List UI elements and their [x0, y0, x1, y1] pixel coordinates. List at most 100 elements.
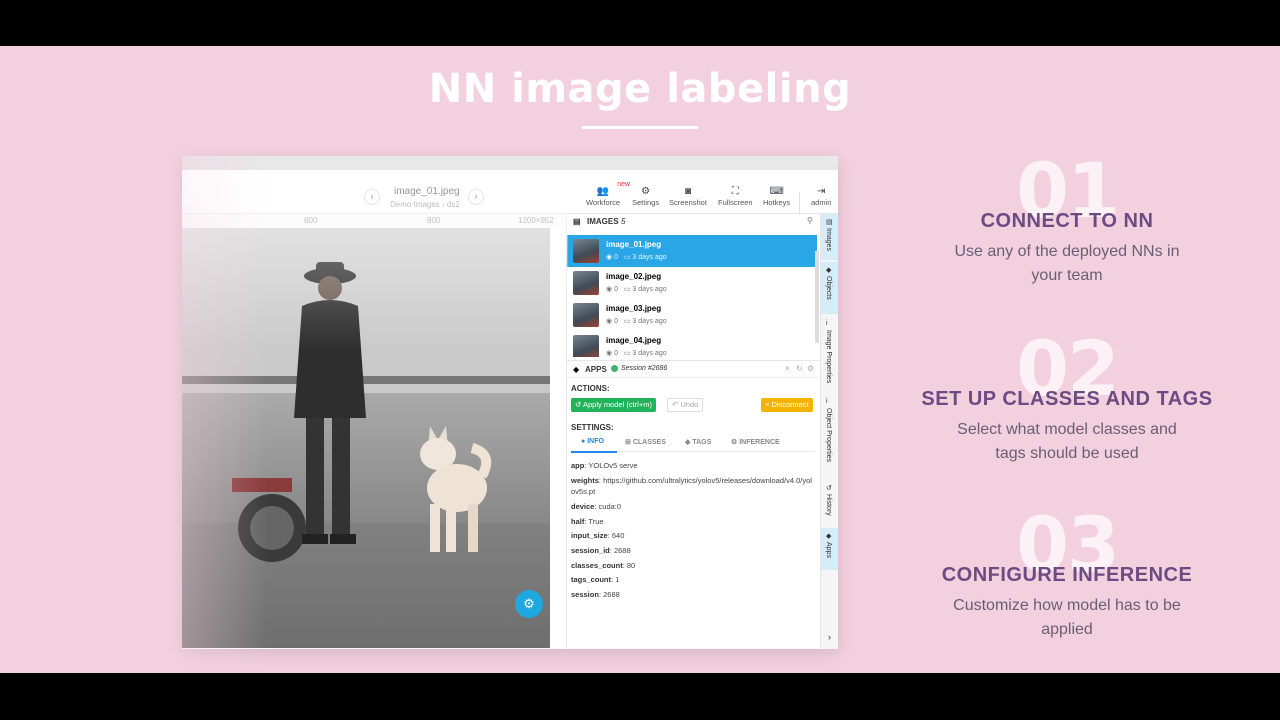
info-value: YOLOv5 serve: [588, 461, 638, 470]
calendar-icon: ▭: [623, 254, 631, 261]
info-value: True: [588, 517, 604, 526]
image-list-item[interactable]: image_01.jpeg ◉ 0 ▭ 3 days ago: [567, 235, 817, 267]
info-value[interactable]: https://github.com/ultralytics/yolov5/re…: [571, 476, 812, 496]
info-key: device: [571, 502, 595, 511]
apps-label: APPS: [585, 365, 607, 374]
objects-count: 0: [614, 286, 618, 293]
info-value: 80: [626, 561, 636, 570]
new-badge: new: [617, 181, 631, 188]
objects-count: 0: [614, 350, 618, 357]
image-size-label: 1200×952: [518, 216, 554, 225]
image-thumbnail: [573, 303, 599, 327]
step-title: CONNECT TO NN: [980, 210, 1154, 232]
collapse-panel-button[interactable]: ›: [821, 628, 838, 646]
side-tab-objects[interactable]: ◆ Objects: [821, 262, 838, 314]
disconnect-button[interactable]: × Disconnect: [761, 398, 813, 412]
classes-icon: ⊞: [625, 439, 631, 446]
next-image-button[interactable]: ›: [468, 189, 484, 205]
close-icon[interactable]: ×: [785, 364, 790, 373]
info-row: session: 2688: [571, 590, 620, 599]
adjustments-button[interactable]: ⚙: [515, 590, 543, 618]
image-thumbnail: [573, 335, 599, 357]
admin-logout-button[interactable]: ⇥ admin: [811, 186, 831, 207]
image-meta: ◉ 0 ▭ 3 days ago: [606, 253, 667, 261]
close-icon: ×: [765, 400, 770, 409]
images-count: 5: [621, 217, 626, 226]
images-section-header: ▤ IMAGES 5 ⚲: [567, 214, 821, 230]
active-tab-indicator: [571, 451, 617, 453]
image-canvas[interactable]: [182, 228, 550, 648]
undo-icon: ↶: [672, 400, 679, 409]
actions-label: ACTIONS:: [571, 384, 610, 393]
tab-tags[interactable]: ◆ TAGS: [685, 438, 711, 446]
side-tab-image-properties[interactable]: i Image Properties: [821, 316, 838, 392]
side-tab-images[interactable]: ▤ Images: [821, 214, 838, 260]
image-meta: ◉ 0 ▭ 3 days ago: [606, 349, 667, 357]
info-key: session_id: [571, 546, 610, 555]
hotkeys-button[interactable]: ⌨ Hotkeys: [763, 186, 790, 207]
history-icon: ↺: [826, 485, 832, 492]
info-value: cuda:0: [598, 502, 622, 511]
undo-button[interactable]: ↶ Undo: [667, 398, 704, 412]
step-title: CONFIGURE INFERENCE: [941, 564, 1193, 586]
hotkeys-label: Hotkeys: [763, 198, 791, 207]
image-date: 3 days ago: [632, 350, 667, 357]
apply-model-button[interactable]: ↺ Apply model (ctrl+m): [571, 398, 656, 412]
workforce-button[interactable]: 👥 Workforce new: [586, 181, 630, 207]
session-label[interactable]: Session #2686: [621, 365, 667, 372]
image-title: image_01.jpeg: [394, 186, 460, 197]
settings-button[interactable]: ⚙ Settings: [632, 186, 659, 207]
app-header: ‹ image_01.jpeg Demo Images › ds2 › 👥 Wo…: [182, 170, 838, 214]
header-divider: [799, 192, 800, 214]
image-thumbnail: [573, 239, 599, 263]
step-description: Use any of the deployed NNs in your team: [954, 243, 1180, 284]
step-1: 01 CONNECT TO NN Use any of the deployed…: [900, 146, 1234, 296]
screenshot-button[interactable]: ◙ Screenshot: [669, 186, 707, 207]
step-description: Select what model classes and tags shoul…: [957, 421, 1177, 462]
calendar-icon: ▭: [623, 318, 631, 325]
calendar-icon: ▭: [623, 286, 631, 293]
info-value: 2688: [613, 546, 631, 555]
step-2: 02 SET UP CLASSES AND TAGS Select what m…: [900, 324, 1234, 474]
image-list-item[interactable]: image_03.jpeg ◉ 0 ▭ 3 days ago: [567, 299, 817, 331]
fullscreen-button[interactable]: ⛶ Fullscreen: [718, 186, 753, 207]
images-icon: ▤: [826, 219, 833, 226]
side-tab-object-properties[interactable]: i Object Properties: [821, 394, 838, 478]
objects-count: 0: [614, 318, 618, 325]
filter-icon[interactable]: ⚲: [807, 216, 813, 225]
ruler-mark: 900: [427, 216, 441, 225]
objects-icon: ◉: [606, 254, 613, 261]
info-row: app: YOLOv5 serve: [571, 461, 638, 470]
tab-classes[interactable]: ⊞ CLASSES: [625, 438, 666, 446]
side-tab-label: History: [825, 494, 832, 516]
info-icon: i: [826, 320, 828, 327]
fullscreen-label: Fullscreen: [718, 198, 753, 207]
image-list-item[interactable]: image_02.jpeg ◉ 0 ▭ 3 days ago: [567, 267, 817, 299]
image-name: image_01.jpeg: [606, 240, 662, 249]
tab-info[interactable]: ● INFO: [581, 438, 604, 445]
objects-icon: ◆: [826, 267, 832, 274]
info-row: session_id: 2688: [571, 546, 631, 555]
fullscreen-icon: ⛶: [731, 186, 739, 197]
info-icon: ●: [581, 438, 586, 445]
side-tab-apps[interactable]: ◆ Apps: [821, 528, 838, 570]
tab-inference[interactable]: ⚙ INFERENCE: [731, 438, 780, 446]
ruler-mark: 600: [304, 216, 318, 225]
image-meta: ◉ 0 ▭ 3 days ago: [606, 285, 667, 293]
breadcrumb[interactable]: Demo Images › ds2: [390, 200, 460, 209]
info-key: half: [571, 517, 585, 526]
prev-image-button[interactable]: ‹: [364, 189, 380, 205]
images-scrollbar[interactable]: [815, 251, 819, 343]
apps-icon: ◆: [826, 533, 832, 540]
tab-classes-label: CLASSES: [632, 439, 666, 446]
refresh-icon[interactable]: ↻: [796, 364, 803, 373]
tab-tags-label: TAGS: [692, 439, 712, 446]
image-list-item[interactable]: image_04.jpeg ◉ 0 ▭ 3 days ago: [567, 331, 817, 357]
apps-section-header: ◆ APPS Session #2686 × ↻ ⚙: [567, 360, 821, 378]
side-tab-label: Image Properties: [825, 330, 832, 384]
sliders-icon: ⚙: [523, 596, 535, 611]
side-tab-history[interactable]: ↺ History: [821, 480, 838, 526]
gear-icon[interactable]: ⚙: [807, 364, 814, 373]
info-row: classes_count: 80: [571, 561, 636, 570]
image-date: 3 days ago: [632, 286, 667, 293]
